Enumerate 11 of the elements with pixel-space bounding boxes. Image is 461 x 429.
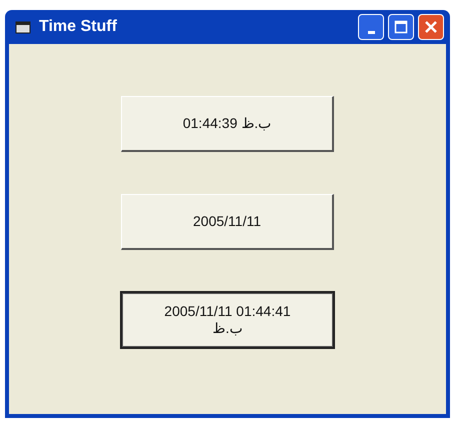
- close-icon: [424, 20, 438, 34]
- close-button[interactable]: [418, 14, 444, 40]
- maximize-icon: [394, 20, 408, 34]
- window-icon: [15, 20, 31, 34]
- window-title: Time Stuff: [39, 17, 117, 37]
- maximize-button[interactable]: [388, 14, 414, 40]
- action-button[interactable]: 01:44:39 ب.ظ: [121, 96, 334, 152]
- action-button[interactable]: 2005/11/11: [121, 194, 334, 250]
- minimize-button[interactable]: [358, 14, 384, 40]
- minimize-icon: [368, 30, 374, 34]
- action-button[interactable]: 2005/11/11 01:44:41 ب.ظ: [121, 292, 334, 348]
